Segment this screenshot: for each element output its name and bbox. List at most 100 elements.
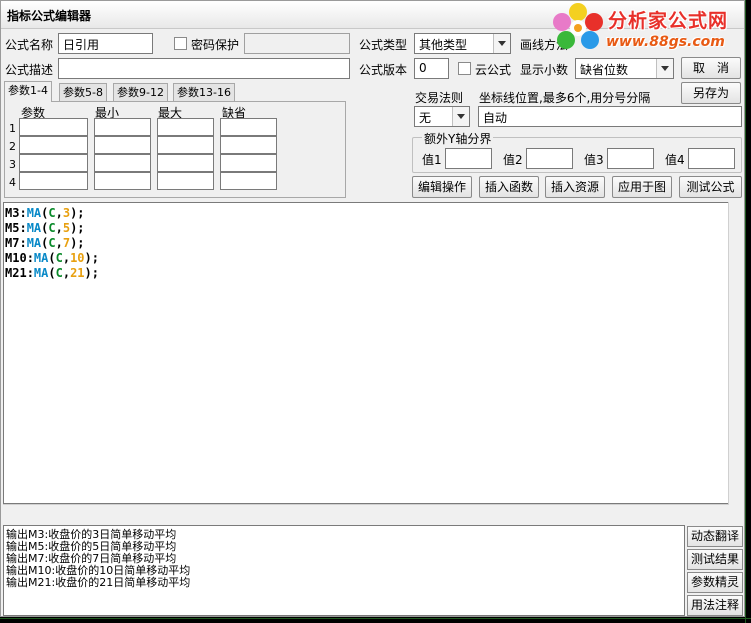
dynamic-translate-button[interactable]: 动态翻译: [687, 526, 743, 547]
cloud-formula-checkbox[interactable]: [458, 62, 471, 75]
y-value-4-label: 值4: [665, 153, 685, 167]
formula-name-label: 公式名称: [5, 38, 54, 52]
code-output-name: M7: [5, 236, 20, 250]
code-function-name: MA: [33, 266, 49, 280]
params-panel: 参数 最小 最大 缺省 1 2 3 4: [4, 101, 346, 198]
param-3-min-input[interactable]: [94, 154, 151, 172]
formula-desc-label: 公式描述: [5, 63, 54, 77]
code-number: 21: [70, 266, 85, 280]
y-value-2-input[interactable]: [526, 148, 573, 169]
code-punctuation: :: [26, 251, 34, 265]
code-output-name: M5: [5, 221, 20, 235]
code-line[interactable]: M3:MA(C,3);: [5, 206, 727, 221]
param-2-name-input[interactable]: [19, 136, 88, 154]
param-3-default-input[interactable]: [220, 154, 277, 172]
password-input[interactable]: [244, 33, 350, 54]
formula-type-value: 其他类型: [419, 38, 468, 52]
code-line[interactable]: M10:MA(C,10);: [5, 251, 727, 266]
coord-line-label: 坐标线位置,最多6个,用分号分隔: [479, 91, 651, 105]
param-4-min-input[interactable]: [94, 172, 151, 190]
chart-background-line: [745, 0, 746, 623]
param-3-name-input[interactable]: [19, 154, 88, 172]
code-punctuation: );: [84, 251, 99, 265]
decimal-select[interactable]: 缺省位数: [575, 58, 674, 79]
y-value-1-input[interactable]: [445, 148, 492, 169]
formula-desc-input[interactable]: [58, 58, 350, 79]
password-checkbox[interactable]: [174, 37, 187, 50]
tab-params-9-12[interactable]: 参数9-12: [113, 83, 168, 101]
tab-params-1-4[interactable]: 参数1-4: [4, 81, 52, 102]
output-line: 输出M21:收盘价的21日简单移动平均: [6, 576, 191, 589]
test-result-button[interactable]: 测试结果: [687, 549, 743, 570]
param-1-max-input[interactable]: [157, 118, 214, 136]
decimal-value: 缺省位数: [580, 63, 629, 77]
formula-editor-window: 指标公式编辑器 公式名称 日引用 密码保护 公式类型 其他类型 画线方法 公式描…: [0, 0, 745, 617]
cancel-button[interactable]: 取 消: [681, 57, 741, 79]
test-formula-button[interactable]: 测试公式: [679, 176, 742, 198]
window-title: 指标公式编辑器: [7, 9, 92, 23]
code-output-name: M3: [5, 206, 20, 220]
param-3-max-input[interactable]: [157, 154, 214, 172]
code-variable: C: [48, 206, 56, 220]
decimal-label: 显示小数: [520, 63, 569, 77]
code-variable: C: [55, 251, 63, 265]
output-description-panel[interactable]: 输出M3:收盘价的3日简单移动平均 输出M5:收盘价的5日简单移动平均 输出M7:收…: [3, 525, 685, 616]
code-punctuation: :: [19, 206, 27, 220]
code-punctuation: );: [70, 236, 85, 250]
code-punctuation: (: [48, 251, 56, 265]
y-value-3-label: 值3: [584, 153, 604, 167]
param-2-max-input[interactable]: [157, 136, 214, 154]
param-4-default-input[interactable]: [220, 172, 277, 190]
param-4-max-input[interactable]: [157, 172, 214, 190]
code-function-name: MA: [26, 206, 42, 220]
formula-name-input[interactable]: 日引用: [58, 33, 153, 54]
tab-params-5-8[interactable]: 参数5-8: [59, 83, 107, 101]
param-row-number: 1: [9, 122, 16, 135]
formula-code-editor[interactable]: M3:MA(C,3); M5:MA(C,5); M7:MA(C,7); M10:MA(…: [3, 202, 729, 504]
usage-notes-button[interactable]: 用法注释: [687, 595, 743, 616]
coord-line-input[interactable]: 自动: [478, 106, 742, 127]
code-punctuation: );: [84, 266, 99, 280]
formula-type-label: 公式类型: [359, 38, 408, 52]
code-punctuation: ,: [62, 266, 71, 280]
chart-background-line: [0, 618, 751, 619]
tab-params-13-16[interactable]: 参数13-16: [173, 83, 235, 101]
param-row-number: 3: [9, 158, 16, 171]
code-line[interactable]: M7:MA(C,7);: [5, 236, 727, 251]
param-2-default-input[interactable]: [220, 136, 277, 154]
insert-function-button[interactable]: 插入函数: [479, 176, 539, 198]
code-line[interactable]: M21:MA(C,21);: [5, 266, 727, 281]
chevron-down-icon: [493, 34, 510, 53]
param-wizard-button[interactable]: 参数精灵: [687, 572, 743, 593]
y-value-4-input[interactable]: [688, 148, 735, 169]
trade-rule-select[interactable]: 无: [414, 106, 470, 127]
apply-to-chart-button[interactable]: 应用于图: [612, 176, 672, 198]
save-as-button[interactable]: 另存为: [681, 82, 741, 104]
y-value-3-input[interactable]: [607, 148, 654, 169]
code-horizontal-scrollbar[interactable]: [3, 504, 729, 522]
code-punctuation: ,: [55, 221, 63, 235]
code-output-name: M21: [5, 266, 27, 280]
param-row-number: 2: [9, 140, 16, 153]
code-number: 5: [62, 221, 71, 235]
flower-logo-icon: [553, 3, 603, 49]
param-2-min-input[interactable]: [94, 136, 151, 154]
trade-rule-label: 交易法则: [415, 91, 464, 105]
param-1-default-input[interactable]: [220, 118, 277, 136]
formula-type-select[interactable]: 其他类型: [414, 33, 511, 54]
formula-version-input[interactable]: 0: [414, 58, 449, 79]
insert-resource-button[interactable]: 插入资源: [545, 176, 605, 198]
password-label: 密码保护: [191, 38, 240, 52]
trade-rule-value: 无: [419, 111, 432, 125]
code-variable: C: [48, 236, 56, 250]
logo-url: www.88gs.com: [606, 34, 725, 50]
edit-operation-button[interactable]: 编辑操作: [412, 176, 472, 198]
param-1-min-input[interactable]: [94, 118, 151, 136]
param-row-number: 4: [9, 176, 16, 189]
code-number: 10: [70, 251, 85, 265]
param-4-name-input[interactable]: [19, 172, 88, 190]
code-line[interactable]: M5:MA(C,5);: [5, 221, 727, 236]
param-1-name-input[interactable]: [19, 118, 88, 136]
formula-version-label: 公式版本: [359, 63, 408, 77]
code-vertical-scrollbar[interactable]: [728, 202, 744, 522]
